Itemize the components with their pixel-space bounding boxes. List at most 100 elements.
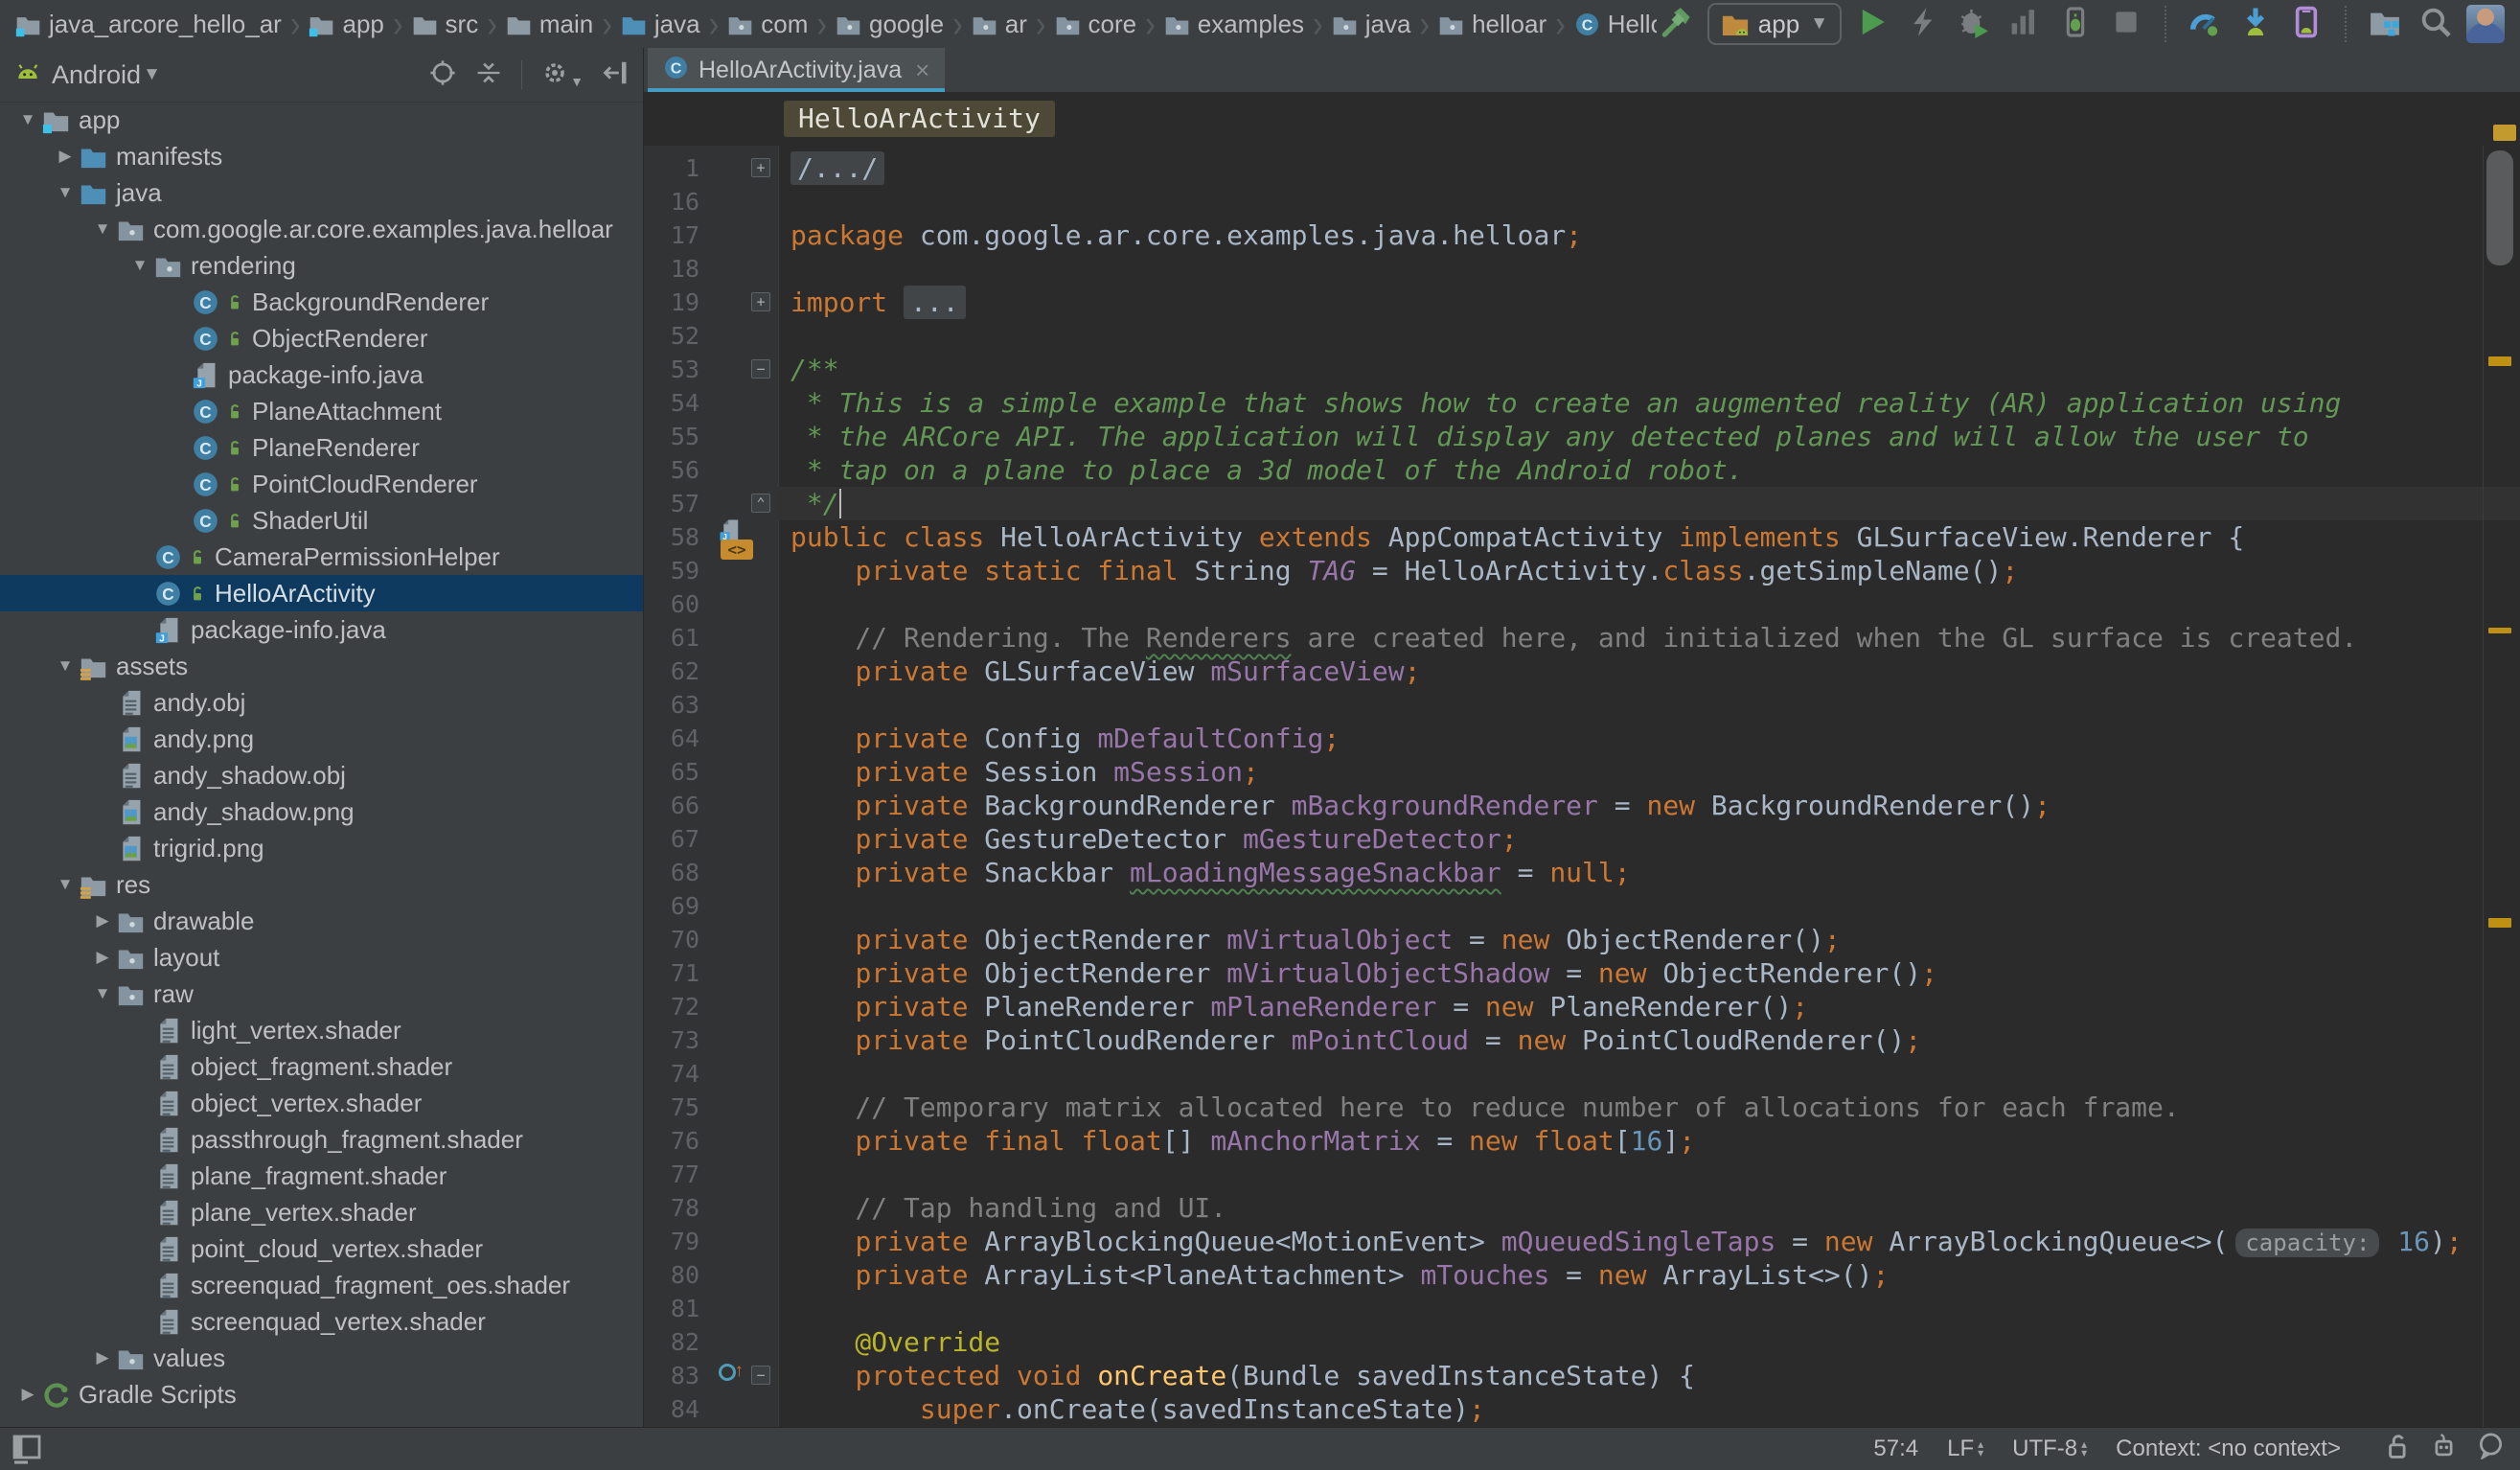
breadcrumb-item-HelloArActivity[interactable]: CHelloArActivity: [1574, 10, 1657, 39]
code-line-56[interactable]: 56 * tap on a plane to place a 3d model …: [644, 453, 2520, 487]
code-text[interactable]: * the ARCore API. The application will d…: [778, 420, 2520, 453]
settings-icon[interactable]: ▼: [541, 59, 584, 91]
tool-window-switcher-button[interactable]: [11, 1434, 42, 1464]
close-icon[interactable]: ×: [915, 56, 929, 85]
line-number[interactable]: 60: [644, 587, 711, 621]
chevron-expanded-icon[interactable]: ▼: [13, 110, 42, 129]
tree-item-com-google-ar-core-examples-java-helloar[interactable]: ▼com.google.ar.core.examples.java.helloa…: [0, 211, 643, 247]
fold-collapse-icon[interactable]: −: [751, 359, 770, 379]
code-line-76[interactable]: 76 private final float[] mAnchorMatrix =…: [644, 1124, 2520, 1158]
fold-collapse-icon[interactable]: −: [751, 1366, 770, 1385]
code-line-75[interactable]: 75 // Temporary matrix allocated here to…: [644, 1091, 2520, 1124]
tree-item-pointcloudrenderer[interactable]: CPointCloudRenderer: [0, 466, 643, 502]
project-view-header[interactable]: Android ▼ ▼: [0, 48, 643, 103]
breadcrumb-item-java[interactable]: java: [1332, 10, 1411, 39]
code-text[interactable]: private GestureDetector mGestureDetector…: [778, 822, 2520, 856]
tree-item-andy-shadow-png[interactable]: andy_shadow.png: [0, 793, 643, 830]
code-line-58[interactable]: 58J<>public class HelloArActivity extend…: [644, 520, 2520, 554]
code-text[interactable]: private final float[] mAnchorMatrix = ne…: [778, 1124, 2520, 1158]
code-text[interactable]: [778, 1158, 2520, 1191]
sdk-manager-button[interactable]: [2235, 4, 2276, 44]
tree-item-raw[interactable]: ▼raw: [0, 976, 643, 1012]
tree-item-values[interactable]: ▶values: [0, 1340, 643, 1376]
breadcrumb-item-com[interactable]: com: [727, 10, 808, 39]
tree-item-andy-obj[interactable]: andy.obj: [0, 684, 643, 721]
code-text[interactable]: private Session mSession;: [778, 755, 2520, 789]
tree-item-java[interactable]: ▼java: [0, 174, 643, 211]
breadcrumb-item-main[interactable]: main: [506, 10, 593, 39]
line-number[interactable]: 62: [644, 655, 711, 688]
line-number[interactable]: 73: [644, 1023, 711, 1057]
tree-item-object-fragment-shader[interactable]: object_fragment.shader: [0, 1048, 643, 1085]
line-number[interactable]: 80: [644, 1258, 711, 1292]
code-text[interactable]: private GLSurfaceView mSurfaceView;: [778, 655, 2520, 688]
tree-item-res[interactable]: ▼res: [0, 866, 643, 903]
breadcrumb-item-ar[interactable]: ar: [972, 10, 1027, 39]
code-line-72[interactable]: 72 private PlaneRenderer mPlaneRenderer …: [644, 990, 2520, 1023]
tree-item-camerapermissionhelper[interactable]: CCameraPermissionHelper: [0, 539, 643, 575]
hide-icon[interactable]: [603, 59, 630, 91]
collapse-all-icon[interactable]: [475, 59, 502, 91]
code-line-69[interactable]: 69: [644, 889, 2520, 923]
apply-changes-button[interactable]: [1903, 4, 1943, 44]
code-text[interactable]: [778, 252, 2520, 286]
warning-stripe-mark[interactable]: [2488, 628, 2511, 633]
tree-item-andy-shadow-obj[interactable]: andy_shadow.obj: [0, 757, 643, 793]
editor-scrollbar[interactable]: [2483, 146, 2520, 1428]
tree-item-helloaractivity[interactable]: CHelloArActivity: [0, 575, 643, 611]
line-number[interactable]: 78: [644, 1191, 711, 1225]
line-number[interactable]: 76: [644, 1124, 711, 1158]
tree-item-package-info-java[interactable]: Jpackage-info.java: [0, 611, 643, 648]
line-number[interactable]: 84: [644, 1392, 711, 1426]
tree-item-object-vertex-shader[interactable]: object_vertex.shader: [0, 1085, 643, 1121]
code-line-83[interactable]: 83↑− protected void onCreate(Bundle save…: [644, 1359, 2520, 1392]
code-line-57[interactable]: 57⌃ */: [644, 487, 2520, 520]
line-number[interactable]: 67: [644, 822, 711, 856]
tree-item-manifests[interactable]: ▶manifests: [0, 138, 643, 174]
line-number[interactable]: 68: [644, 856, 711, 889]
breadcrumb-item-java[interactable]: java: [621, 10, 700, 39]
balloon-icon[interactable]: [2477, 1432, 2505, 1466]
code-text[interactable]: [778, 1292, 2520, 1325]
caret-position-widget[interactable]: 57:4: [1873, 1436, 1918, 1462]
code-text[interactable]: /**: [778, 353, 2520, 386]
breadcrumb-item-core[interactable]: core: [1055, 10, 1137, 39]
breadcrumb-item-helloar[interactable]: helloar: [1438, 10, 1546, 39]
tree-item-plane-vertex-shader[interactable]: plane_vertex.shader: [0, 1194, 643, 1230]
code-text[interactable]: protected void onCreate(Bundle savedInst…: [778, 1359, 2520, 1392]
code-line-60[interactable]: 60: [644, 587, 2520, 621]
tree-item-plane-fragment-shader[interactable]: plane_fragment.shader: [0, 1158, 643, 1194]
line-number[interactable]: 1: [644, 151, 711, 185]
warning-stripe-mark[interactable]: [2488, 356, 2511, 366]
code-line-19[interactable]: 19+import ...: [644, 286, 2520, 319]
line-number[interactable]: 52: [644, 319, 711, 353]
code-line-16[interactable]: 16: [644, 185, 2520, 218]
chevron-collapsed-icon[interactable]: ▶: [13, 1385, 42, 1404]
line-ending-widget[interactable]: LF ▴▾: [1947, 1436, 1983, 1462]
chevron-collapsed-icon[interactable]: ▶: [51, 147, 80, 166]
breadcrumb-item-java_arcore_hello_ar[interactable]: java_arcore_hello_ar: [15, 10, 282, 39]
tree-item-package-info-java[interactable]: Jpackage-info.java: [0, 356, 643, 393]
fold-end-icon[interactable]: ⌃: [751, 494, 770, 513]
code-text[interactable]: [778, 587, 2520, 621]
line-number[interactable]: 53: [644, 353, 711, 386]
hector-icon[interactable]: [2430, 1432, 2458, 1466]
line-number[interactable]: 55: [644, 420, 711, 453]
line-number[interactable]: 64: [644, 722, 711, 755]
code-text[interactable]: [778, 688, 2520, 722]
code-text[interactable]: private ObjectRenderer mVirtualObject = …: [778, 923, 2520, 956]
tree-item-drawable[interactable]: ▶drawable: [0, 903, 643, 939]
code-line-79[interactable]: 79 private ArrayBlockingQueue<MotionEven…: [644, 1225, 2520, 1258]
code-text[interactable]: [778, 319, 2520, 353]
line-number[interactable]: 63: [644, 688, 711, 722]
code-text[interactable]: private ObjectRenderer mVirtualObjectSha…: [778, 956, 2520, 990]
code-line-81[interactable]: 81: [644, 1292, 2520, 1325]
tree-item-assets[interactable]: ▼assets: [0, 648, 643, 684]
code-analysis-indicator[interactable]: [2493, 125, 2516, 141]
code-line-17[interactable]: 17package com.google.ar.core.examples.ja…: [644, 218, 2520, 252]
line-number[interactable]: 18: [644, 252, 711, 286]
code-line-55[interactable]: 55 * the ARCore API. The application wil…: [644, 420, 2520, 453]
code-line-78[interactable]: 78 // Tap handling and UI.: [644, 1191, 2520, 1225]
tree-item-screenquad-fragment-oes-shader[interactable]: screenquad_fragment_oes.shader: [0, 1267, 643, 1303]
line-number[interactable]: 72: [644, 990, 711, 1023]
